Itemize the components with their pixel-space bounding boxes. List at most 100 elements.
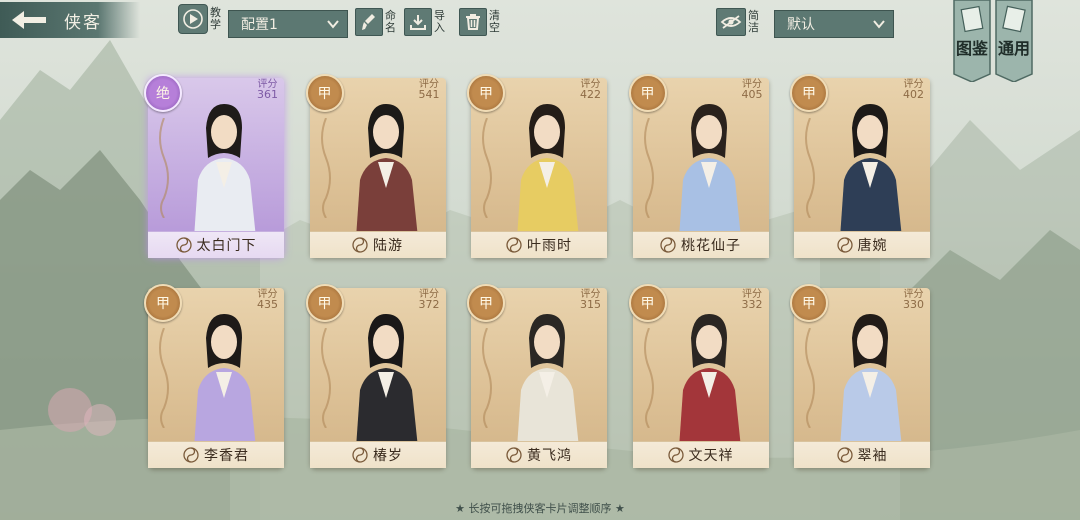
hero-portrait	[194, 314, 256, 448]
hero-name: 椿岁	[373, 448, 403, 464]
hero-name: 唐婉	[857, 238, 888, 254]
name-bar: 桃花仙子	[632, 231, 769, 258]
tutorial-label: 教学	[210, 6, 221, 31]
general-button[interactable]: 通用	[995, 0, 1033, 83]
sort-select-value: 默认	[787, 17, 815, 33]
config-select-value: 配置1	[241, 17, 278, 33]
clear-label: 清空	[489, 9, 500, 34]
name-bar: 唐婉	[794, 231, 930, 258]
rename-button[interactable]: 命名	[355, 8, 397, 36]
yin-yang-icon	[506, 237, 522, 253]
yin-yang-icon	[836, 447, 853, 463]
yin-yang-icon	[352, 237, 368, 253]
drag-hint: ★ 长按可拖拽侠客卡片调整顺序 ★	[455, 502, 625, 515]
hero-name: 叶雨时	[527, 238, 572, 254]
hero-name: 黄飞鸿	[527, 448, 572, 464]
yin-yang-icon	[836, 237, 853, 253]
clear-button[interactable]: 清空	[459, 8, 501, 36]
grade-badge: 甲	[467, 284, 505, 322]
hero-card[interactable]: 甲 评分 330 翠袖	[790, 284, 930, 468]
score-value: 541	[418, 88, 440, 101]
yin-yang-icon	[660, 237, 676, 253]
hero-portrait	[840, 104, 902, 238]
download-icon	[404, 8, 432, 36]
grade-badge: 绝	[144, 74, 182, 112]
score-display: 评分 361	[257, 80, 278, 101]
name-bar: 李香君	[148, 441, 284, 468]
score-value: 402	[903, 88, 924, 101]
grade-badge: 甲	[144, 284, 182, 322]
hero-card[interactable]: 甲 评分 422 叶雨时	[467, 74, 607, 258]
hero-card[interactable]: 甲 评分 372 椿岁	[305, 284, 446, 468]
score-value: 405	[741, 88, 763, 101]
name-bar: 翠袖	[794, 441, 930, 468]
hero-card[interactable]: 甲 评分 402 唐婉	[790, 74, 930, 258]
grade-badge: 甲	[790, 74, 828, 112]
score-value: 361	[257, 88, 278, 101]
hero-name: 太白门下	[196, 238, 257, 254]
import-label: 导入	[434, 9, 445, 34]
trash-icon	[459, 8, 487, 36]
yin-yang-icon	[183, 447, 199, 463]
hero-name: 翠袖	[857, 448, 888, 464]
grade-badge: 甲	[790, 284, 828, 322]
hero-card[interactable]: 甲 评分 435 李香君	[144, 284, 284, 468]
grade-badge: 甲	[305, 74, 344, 112]
grade-badge: 甲	[467, 74, 505, 112]
score-display: 评分 541	[418, 80, 440, 101]
hero-card[interactable]: 绝 评分 361 太白门下	[144, 74, 284, 258]
codex-button[interactable]: 图鉴	[953, 0, 991, 83]
back-button[interactable]: 侠客	[0, 2, 140, 38]
tutorial-button[interactable]: 教学	[178, 4, 222, 34]
import-button[interactable]: 导入	[404, 8, 446, 36]
hero-card[interactable]: 甲 评分 405 桃花仙子	[628, 74, 769, 258]
score-value: 332	[741, 298, 763, 311]
hero-portrait	[517, 314, 579, 448]
score-value: 372	[418, 298, 440, 311]
grade-badge: 甲	[628, 74, 667, 112]
score-value: 422	[580, 88, 601, 101]
score-display: 评分 402	[903, 80, 924, 101]
hero-card[interactable]: 甲 评分 315 黄飞鸿	[467, 284, 607, 468]
hero-card[interactable]: 甲 评分 332 文天祥	[628, 284, 769, 468]
yin-yang-icon	[175, 237, 192, 253]
name-bar: 太白门下	[148, 231, 284, 258]
yin-yang-icon	[667, 447, 684, 463]
hero-portrait	[678, 314, 741, 448]
name-bar: 陆游	[309, 231, 446, 258]
grade-badge: 甲	[305, 284, 344, 322]
yin-yang-icon	[352, 447, 368, 463]
hero-name: 桃花仙子	[681, 238, 741, 254]
score-display: 评分 330	[903, 290, 924, 311]
score-display: 评分 435	[257, 290, 278, 311]
score-display: 评分 372	[418, 290, 440, 311]
play-icon	[178, 4, 208, 34]
score-value: 330	[903, 298, 924, 311]
grade-badge: 甲	[628, 284, 667, 322]
yin-yang-icon	[506, 447, 522, 463]
eye-hidden-icon	[716, 8, 746, 36]
top-bar: 侠客 教学 配置1 命名 导入 清空 简洁 默认 图鉴 通用	[0, 0, 1080, 83]
hero-name: 文天祥	[688, 448, 734, 464]
config-select[interactable]: 配置1	[228, 10, 348, 38]
page-title: 侠客	[64, 12, 102, 33]
chevron-down-icon	[327, 20, 339, 29]
name-bar: 椿岁	[309, 441, 446, 468]
hero-portrait	[840, 314, 902, 448]
hero-portrait	[355, 314, 418, 448]
name-bar: 叶雨时	[471, 231, 607, 258]
hero-portrait	[678, 104, 741, 238]
score-display: 评分 422	[580, 80, 601, 101]
score-display: 评分 315	[580, 290, 601, 311]
hero-portrait	[355, 104, 418, 238]
sort-select[interactable]: 默认	[774, 10, 894, 38]
back-arrow-icon	[12, 11, 46, 29]
simple-mode-toggle[interactable]: 简洁	[716, 8, 760, 36]
general-label: 通用	[997, 39, 1030, 58]
score-value: 435	[257, 298, 278, 311]
score-display: 评分 332	[741, 290, 763, 311]
simple-label: 简洁	[748, 9, 759, 34]
name-bar: 黄飞鸿	[471, 441, 607, 468]
hero-card[interactable]: 甲 评分 541 陆游	[305, 74, 446, 258]
chevron-down-icon	[873, 20, 885, 29]
